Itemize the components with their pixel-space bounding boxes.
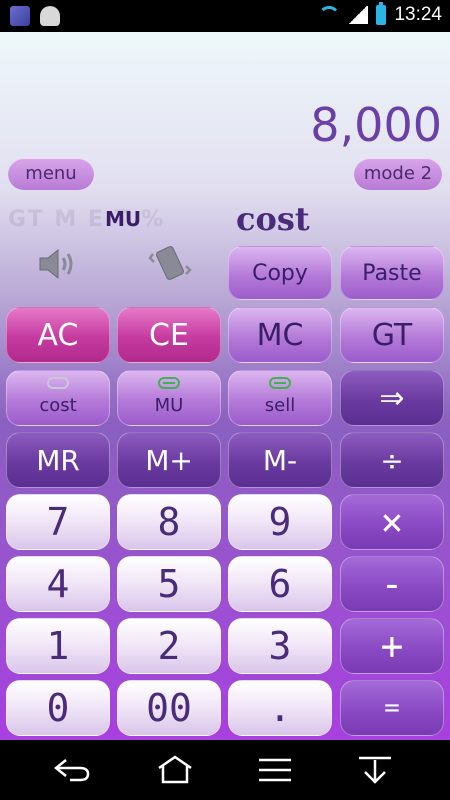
sell-label: sell <box>264 394 296 416</box>
mode-button[interactable]: mode 2 <box>354 158 442 190</box>
copy-button[interactable]: Copy <box>228 246 332 300</box>
ce-button[interactable]: CE <box>117 307 221 363</box>
digit-1-label: 1 <box>46 624 70 668</box>
digit-3-label: 3 <box>268 624 292 668</box>
digit-7-button[interactable]: 7 <box>6 494 110 550</box>
digit-7-label: 7 <box>46 500 70 544</box>
mu-indicator: MU <box>105 207 142 231</box>
digit-6-button[interactable]: 6 <box>228 556 332 612</box>
equals-button[interactable]: = <box>340 680 444 736</box>
wifi-icon <box>318 6 340 24</box>
menu-button[interactable]: menu <box>8 158 94 190</box>
paste-button[interactable]: Paste <box>340 246 444 300</box>
paste-label: Paste <box>362 260 422 286</box>
mplus-button[interactable]: M+ <box>117 432 221 488</box>
status-clock: 13:24 <box>394 4 442 25</box>
gallery-notification-icon <box>10 6 30 26</box>
home-icon[interactable] <box>155 754 195 786</box>
digit-8-label: 8 <box>157 500 181 544</box>
ac-button[interactable]: AC <box>6 307 110 363</box>
digit-2-button[interactable]: 2 <box>117 618 221 674</box>
recent-apps-icon[interactable] <box>255 754 295 786</box>
digit-5-label: 5 <box>157 562 181 606</box>
ac-label: AC <box>37 317 79 353</box>
cost-label: cost <box>39 394 77 416</box>
mu-button[interactable]: MU <box>117 370 221 426</box>
mr-button[interactable]: MR <box>6 432 110 488</box>
copy-label: Copy <box>252 260 308 286</box>
divide-button[interactable]: ÷ <box>340 432 444 488</box>
plus-button[interactable]: + <box>340 618 444 674</box>
digit-5-button[interactable]: 5 <box>117 556 221 612</box>
double-zero-label: 00 <box>146 686 192 730</box>
plus-label: + <box>380 624 404 668</box>
mu-label: MU <box>154 394 184 416</box>
digit-4-button[interactable]: 4 <box>6 556 110 612</box>
hide-keyboard-icon[interactable] <box>355 754 395 786</box>
battery-icon <box>376 2 387 25</box>
double-zero-button[interactable]: 00 <box>117 680 221 736</box>
digit-8-button[interactable]: 8 <box>117 494 221 550</box>
sell-button[interactable]: sell <box>228 370 332 426</box>
digit-9-label: 9 <box>268 500 292 544</box>
vibrate-icon[interactable] <box>148 240 194 286</box>
mode-indicator: cost <box>236 200 310 238</box>
signal-icon <box>348 6 369 24</box>
mr-label: MR <box>36 443 80 477</box>
speaker-icon[interactable] <box>38 246 78 282</box>
minus-label: - <box>380 562 404 606</box>
minus-button[interactable]: - <box>340 556 444 612</box>
decimal-label: . <box>268 686 292 730</box>
calculator-app: 8,000 menu mode 2 GT M E T % MU cost Cop… <box>0 32 450 740</box>
result-display: 8,000 <box>310 98 442 152</box>
digit-0-label: 0 <box>46 686 70 730</box>
equals-label: = <box>384 693 400 723</box>
gt-label: GT <box>371 317 413 353</box>
inactive-indicators: GT M E T % <box>8 207 166 232</box>
arrow-label: ⇒ <box>379 380 405 416</box>
mc-button[interactable]: MC <box>228 307 332 363</box>
mminus-label: M- <box>262 443 298 477</box>
digit-3-button[interactable]: 3 <box>228 618 332 674</box>
minus-circle-icon <box>269 377 291 389</box>
gt-button[interactable]: GT <box>340 307 444 363</box>
mplus-label: M+ <box>145 443 193 477</box>
back-icon[interactable] <box>52 754 92 786</box>
android-notification-icon <box>40 6 60 26</box>
cost-button[interactable]: cost <box>6 370 110 426</box>
ce-label: CE <box>149 317 189 353</box>
divide-label: ÷ <box>380 443 404 477</box>
mc-label: MC <box>256 317 304 353</box>
digit-0-button[interactable]: 0 <box>6 680 110 736</box>
mminus-button[interactable]: M- <box>228 432 332 488</box>
digit-4-label: 4 <box>46 562 70 606</box>
link-icon <box>47 377 69 389</box>
decimal-button[interactable]: . <box>228 680 332 736</box>
minus-circle-icon <box>158 377 180 389</box>
arrow-button[interactable]: ⇒ <box>340 370 444 426</box>
multiply-button[interactable]: × <box>340 494 444 550</box>
multiply-label: × <box>380 500 404 544</box>
digit-6-label: 6 <box>268 562 292 606</box>
digit-9-button[interactable]: 9 <box>228 494 332 550</box>
navigation-bar <box>0 740 450 800</box>
status-bar: 13:24 <box>0 0 450 32</box>
digit-2-label: 2 <box>157 624 181 668</box>
digit-1-button[interactable]: 1 <box>6 618 110 674</box>
